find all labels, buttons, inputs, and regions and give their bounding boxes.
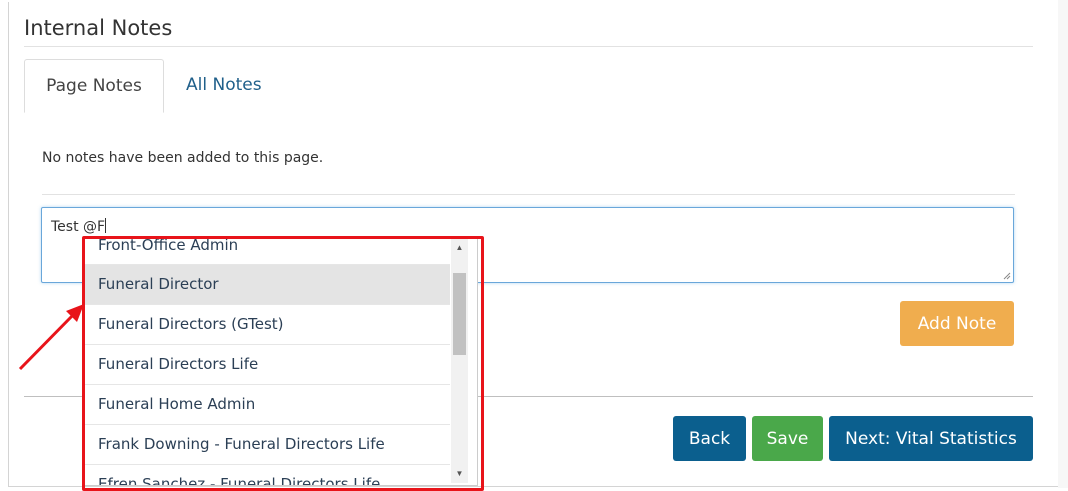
mention-list: Front-Office Admin Funeral Director Fune… (85, 239, 450, 485)
page-gutter (1058, 0, 1068, 488)
scroll-up-icon[interactable]: ▲ (451, 241, 468, 255)
notes-divider (42, 194, 1015, 195)
save-button[interactable]: Save (752, 416, 823, 461)
mention-option[interactable]: Front-Office Admin (85, 239, 450, 265)
mention-option[interactable]: Efren Sanchez - Funeral Directors Life (85, 465, 450, 485)
scrollbar-thumb[interactable] (453, 273, 466, 355)
mention-dropdown[interactable]: Front-Office Admin Funeral Director Fune… (84, 238, 478, 486)
scroll-down-icon[interactable]: ▼ (451, 467, 468, 481)
mention-option[interactable]: Frank Downing - Funeral Directors Life (85, 425, 450, 465)
add-note-button[interactable]: Add Note (900, 301, 1014, 346)
mention-option[interactable]: Funeral Directors Life (85, 345, 450, 385)
tab-page-notes[interactable]: Page Notes (24, 59, 164, 113)
title-divider (24, 46, 1033, 47)
resize-grip-icon[interactable] (1002, 271, 1011, 280)
mention-option[interactable]: Funeral Home Admin (85, 385, 450, 425)
section-title: Internal Notes (24, 16, 173, 40)
note-text-value: Test @F (51, 219, 106, 235)
text-caret (105, 218, 107, 233)
back-button[interactable]: Back (673, 416, 746, 461)
mention-option[interactable]: Funeral Directors (GTest) (85, 305, 450, 345)
note-text-wrap: Test @F (51, 218, 107, 235)
empty-notes-message: No notes have been added to this page. (42, 150, 324, 166)
mention-option-highlighted[interactable]: Funeral Director (85, 265, 450, 305)
tab-all-notes[interactable]: All Notes (186, 59, 262, 111)
dropdown-scrollbar[interactable]: ▲ ▼ (451, 239, 468, 483)
next-vital-statistics-button[interactable]: Next: Vital Statistics (829, 416, 1033, 461)
